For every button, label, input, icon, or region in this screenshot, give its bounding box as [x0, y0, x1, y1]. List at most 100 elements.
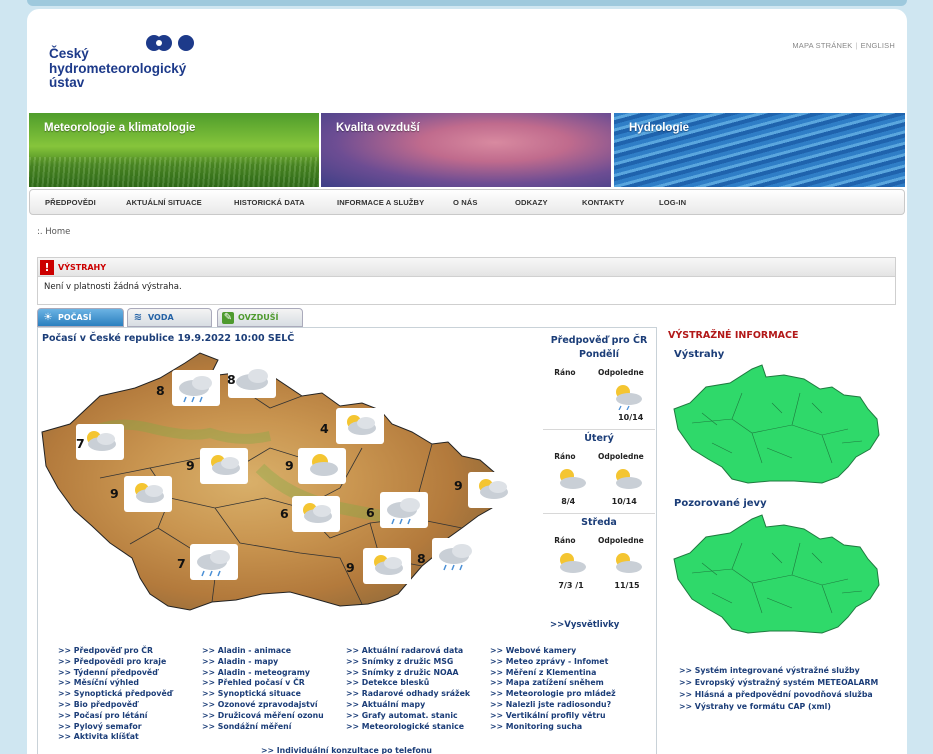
link[interactable]: >> Nalezli jste radiosondu?: [490, 700, 640, 711]
map-value: 4: [320, 421, 329, 436]
link[interactable]: >> Grafy automat. stanic: [346, 711, 496, 722]
banner-hydrology[interactable]: Hydrologie: [614, 113, 905, 187]
tab-weather[interactable]: ☀ POČASÍ: [37, 308, 124, 327]
afternoon-label: Odpoledne: [598, 536, 644, 545]
link[interactable]: >> Měsíční výhled: [58, 678, 208, 689]
link[interactable]: >> Bio předpověď: [58, 700, 208, 711]
nav-item-historical[interactable]: HISTORICKÁ DATA: [234, 198, 305, 207]
banner-meteorology[interactable]: Meteorologie a klimatologie: [29, 113, 319, 187]
link[interactable]: >> Detekce blesků: [346, 678, 496, 689]
nav-item-links[interactable]: ODKAZY: [515, 198, 548, 207]
morning-label: Ráno: [554, 536, 576, 545]
map-value: 9: [454, 478, 463, 493]
link[interactable]: >> Aladin - meteogramy: [202, 668, 352, 679]
link[interactable]: >> Monitoring sucha: [490, 722, 640, 733]
weather-panel: Počasí v České republice 19.9.2022 10:00…: [37, 327, 657, 754]
tab-label: POČASÍ: [58, 313, 92, 322]
link[interactable]: >> Aktuální radarová data: [346, 646, 496, 657]
warnings-map-title: Výstrahy: [674, 349, 725, 360]
logo-line: ústav: [49, 75, 85, 90]
link[interactable]: >> Přehled počasí v ČR: [202, 678, 352, 689]
link[interactable]: >> Aktivita klíšťat: [58, 732, 208, 743]
banner-label: Kvalita ovzduší: [336, 122, 420, 134]
link[interactable]: >> Týdenní předpověď: [58, 668, 208, 679]
english-link[interactable]: ENGLISH: [861, 41, 895, 50]
banner-air-quality[interactable]: Kvalita ovzduší: [321, 113, 611, 187]
link[interactable]: >> Sondážní měření: [202, 722, 352, 733]
map-value: 9: [110, 486, 119, 501]
link[interactable]: >> Systém integrované výstražné služby: [679, 665, 878, 677]
logo-text[interactable]: Český hydrometeorologický ústav: [49, 46, 186, 91]
forecast-day: Úterý: [584, 433, 614, 444]
water-icon: ≋: [133, 312, 143, 323]
link[interactable]: >> Webové kamery: [490, 646, 640, 657]
divider: [543, 429, 655, 430]
link[interactable]: >> Radarové odhady srážek: [346, 689, 496, 700]
link[interactable]: >> Synoptická situace: [202, 689, 352, 700]
forecast-cols: Ráno Odpoledne: [543, 536, 655, 545]
link[interactable]: >> Aladin - mapy: [202, 657, 352, 668]
nav-item-current[interactable]: AKTUÁLNÍ SITUACE: [126, 198, 202, 207]
warnings-header: ! VÝSTRAHY: [38, 258, 895, 277]
weather-title: Počasí v České republice 19.9.2022 10:00…: [42, 333, 295, 344]
link[interactable]: >> Evropský výstražný systém METEOALARM: [679, 677, 878, 689]
tab-water[interactable]: ≋ VODA: [127, 308, 212, 327]
map-value: 6: [366, 505, 375, 520]
links-column: >> Webové kamery >> Meteo zprávy - Infom…: [490, 646, 640, 732]
forecast-icons: [543, 461, 655, 497]
breadcrumb[interactable]: :. Home: [37, 227, 70, 237]
nav-item-login[interactable]: LOG-IN: [659, 198, 686, 207]
link[interactable]: >> Počasí pro létání: [58, 711, 208, 722]
link[interactable]: >> Meteorologické stanice: [346, 722, 496, 733]
observed-map[interactable]: [672, 513, 882, 635]
forecast-temp: 10/14: [618, 413, 644, 422]
rain-icon: [432, 538, 480, 574]
link[interactable]: >> Aladin - animace: [202, 646, 352, 657]
map-value: 8: [156, 383, 165, 398]
forecast-temp: 10/14: [611, 497, 637, 506]
partly-cloudy-icon: [200, 448, 248, 484]
leaf-icon: ✎: [222, 312, 234, 324]
nav-item-contacts[interactable]: KONTAKTY: [582, 198, 624, 207]
link[interactable]: >> Předpověď pro ČR: [58, 646, 208, 657]
forecast-temp: 8/4: [561, 497, 576, 506]
link[interactable]: >> Pylový semafor: [58, 722, 208, 733]
link[interactable]: >> Meteorologie pro mládež: [490, 689, 640, 700]
nav-item-about[interactable]: O NÁS: [453, 198, 478, 207]
link[interactable]: >> Ozonové zpravodajství: [202, 700, 352, 711]
link[interactable]: >> Měření z Klementina: [490, 668, 640, 679]
map-value: 9: [346, 560, 355, 575]
nav-item-info[interactable]: INFORMACE A SLUŽBY: [337, 198, 424, 207]
nav-item-forecasts[interactable]: PŘEDPOVĚDI: [45, 198, 96, 207]
link[interactable]: >> Meteo zprávy - Infomet: [490, 657, 640, 668]
link[interactable]: >> Aktuální mapy: [346, 700, 496, 711]
forecast-temps: 8/4 10/14: [543, 497, 655, 506]
divider: [543, 513, 655, 514]
warnings-box: ! VÝSTRAHY Není v platnosti žádná výstra…: [37, 257, 896, 305]
link[interactable]: >> Družicová měření ozonu: [202, 711, 352, 722]
link[interactable]: >> Vertikální profily větru: [490, 711, 640, 722]
partly-cloudy-icon: [616, 553, 642, 573]
rain-icon: [172, 370, 220, 406]
link[interactable]: >> Snímky z družic NOAA: [346, 668, 496, 679]
link[interactable]: >> Mapa zatížení sněhem: [490, 678, 640, 689]
link[interactable]: >> Předpovědi pro kraje: [58, 657, 208, 668]
warnings-map[interactable]: [672, 363, 882, 485]
forecast-cols: Ráno Odpoledne: [543, 368, 655, 377]
link[interactable]: >> Hlásná a předpovědní povodňová služba: [679, 689, 878, 701]
legend-link[interactable]: >>Vysvětlivky: [550, 620, 619, 630]
tab-air[interactable]: ✎ OVZDUŠÍ: [217, 308, 303, 327]
sitemap-link[interactable]: MAPA STRÁNEK: [792, 41, 852, 50]
morning-label: Ráno: [554, 368, 576, 377]
divider: |: [855, 41, 858, 50]
banner-label: Meteorologie a klimatologie: [44, 122, 196, 134]
weather-map[interactable]: 8 8 7 4 9 9 9 9 6 6 7 9 8: [40, 348, 530, 618]
link[interactable]: >> Snímky z družic MSG: [346, 657, 496, 668]
link[interactable]: >> Výstrahy ve formátu CAP (xml): [679, 701, 878, 713]
forecast-title[interactable]: Předpověď pro ČR: [543, 332, 655, 349]
link[interactable]: >> Synoptická předpověď: [58, 689, 208, 700]
consult-link[interactable]: >> Individuální konzultace po telefonu: [261, 746, 432, 754]
partly-cloudy-icon: [616, 385, 642, 410]
warning-info-title: VÝSTRAŽNÉ INFORMACE: [668, 330, 799, 341]
map-value: 7: [76, 436, 85, 451]
